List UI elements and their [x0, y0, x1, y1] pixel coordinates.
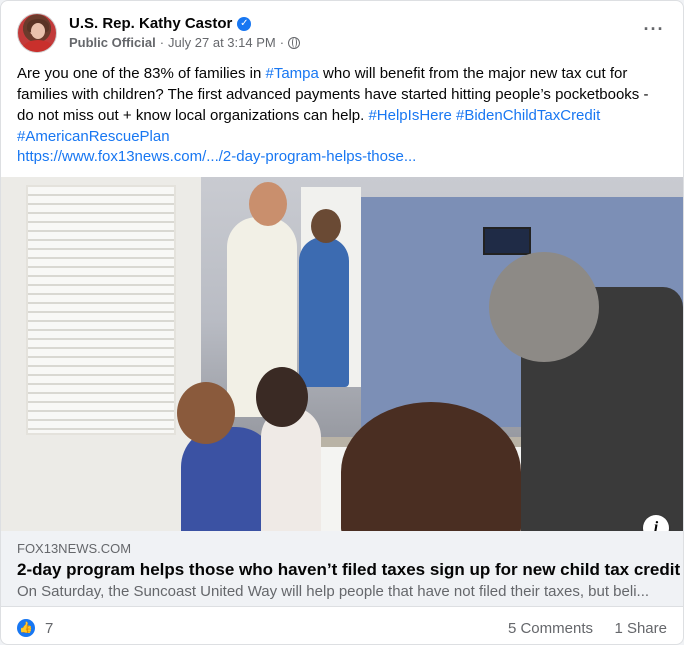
facebook-post-card: U.S. Rep. Kathy Castor ✓ Public Official… [0, 0, 684, 645]
meta-separator: · [159, 35, 165, 50]
link-domain: FOX13NEWS.COM [17, 541, 132, 556]
meta-separator-2: · [279, 35, 285, 50]
photo-person-blue [299, 237, 349, 387]
author-name[interactable]: U.S. Rep. Kathy Castor [69, 15, 232, 32]
post-meta: Public Official · July 27 at 3:14 PM · [69, 35, 301, 50]
verified-badge-icon: ✓ [237, 16, 252, 31]
photo-boy-head [177, 382, 235, 444]
shares-count[interactable]: 1 Share [614, 620, 667, 637]
post-text: Are you one of the 83% of families in #T… [17, 63, 667, 147]
photo-girl-head [256, 367, 308, 427]
post-header: U.S. Rep. Kathy Castor ✓ Public Official… [17, 13, 667, 55]
link-description: On Saturday, the Suncoast United Way wil… [17, 583, 650, 600]
comments-count[interactable]: 5 Comments [508, 620, 593, 637]
hashtag-americanrescueplan[interactable]: #AmericanRescuePlan [17, 128, 170, 145]
photo-woman-hair [489, 252, 599, 362]
avatar-face [31, 23, 45, 39]
link-preview-image[interactable]: i [1, 177, 683, 531]
hashtag-bidenchildtaxcredit[interactable]: #BidenChildTaxCredit [456, 107, 600, 124]
photo-window-blinds [26, 185, 176, 435]
post-timestamp[interactable]: July 27 at 3:14 PM [168, 35, 276, 50]
hashtag-tampa[interactable]: #Tampa [265, 65, 318, 82]
more-options-icon[interactable]: ··· [641, 19, 667, 45]
photo-man-head [249, 182, 287, 226]
link-headline[interactable]: 2-day program helps those who haven’t fi… [17, 560, 680, 580]
post-text-part-1: Are you one of the 83% of families in [17, 65, 266, 82]
engagement-bar: 👍 7 5 Comments 1 Share [17, 618, 667, 640]
like-icon[interactable]: 👍 [17, 619, 35, 637]
link-preview[interactable]: FOX13NEWS.COM 2-day program helps those … [1, 531, 683, 607]
photo-girl [261, 407, 321, 531]
photo-tv [483, 227, 531, 255]
reaction-count[interactable]: 7 [45, 620, 53, 637]
photo-foreground-head [341, 402, 521, 531]
photo-person-blue-head [311, 209, 341, 243]
post-link-url[interactable]: https://www.fox13news.com/.../2-day-prog… [17, 147, 416, 167]
avatar-shirt [22, 40, 54, 52]
author-name-line: U.S. Rep. Kathy Castor ✓ [69, 15, 252, 32]
author-avatar[interactable] [17, 13, 57, 53]
hashtag-helpishere[interactable]: #HelpIsHere [368, 107, 451, 124]
author-role: Public Official [69, 35, 156, 50]
globe-icon [288, 36, 301, 49]
